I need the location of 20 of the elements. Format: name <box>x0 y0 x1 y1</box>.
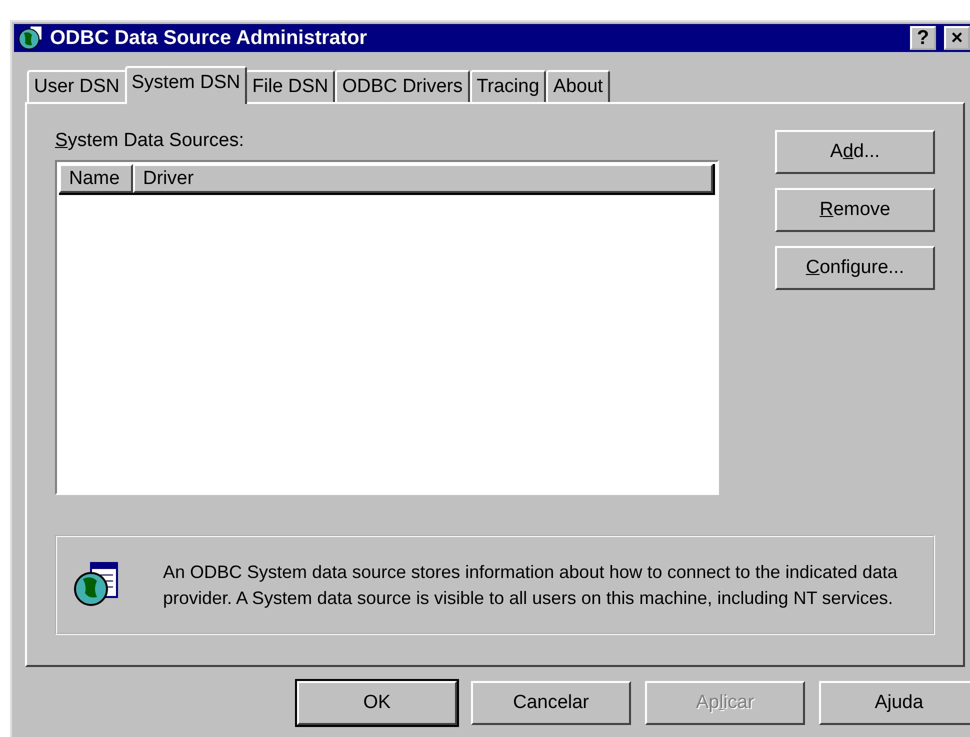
dialog-button[interactable]: OK <box>297 681 457 725</box>
side-button[interactable]: Add... <box>775 130 935 174</box>
tab[interactable]: Tracing <box>470 70 546 102</box>
tab[interactable]: System DSN <box>124 66 248 104</box>
info-text: An ODBC System data source stores information about how to connect to the indicated data provider. A System data source is visible to all users on this machine, including NT services. <box>163 561 898 610</box>
tab[interactable]: About <box>546 70 610 102</box>
tab[interactable]: User DSN <box>27 70 127 102</box>
tab[interactable]: File DSN <box>245 70 336 102</box>
dialog-button[interactable]: Cancelar <box>471 681 631 725</box>
close-button[interactable]: × <box>944 26 970 50</box>
help-button[interactable]: ? <box>910 26 936 50</box>
window-title: ODBC Data Source Administrator <box>50 26 368 50</box>
side-button[interactable]: Configure... <box>775 246 935 290</box>
data-sources-list[interactable]: Name Driver <box>55 160 719 495</box>
list-label: System Data Sources: <box>55 130 246 152</box>
dialog-button[interactable]: Ajuda <box>819 681 970 725</box>
tab[interactable]: ODBC Drivers <box>335 70 470 102</box>
column-header[interactable]: Name <box>59 164 133 193</box>
column-header[interactable]: Driver <box>133 164 713 193</box>
side-button[interactable]: Remove <box>775 188 935 232</box>
